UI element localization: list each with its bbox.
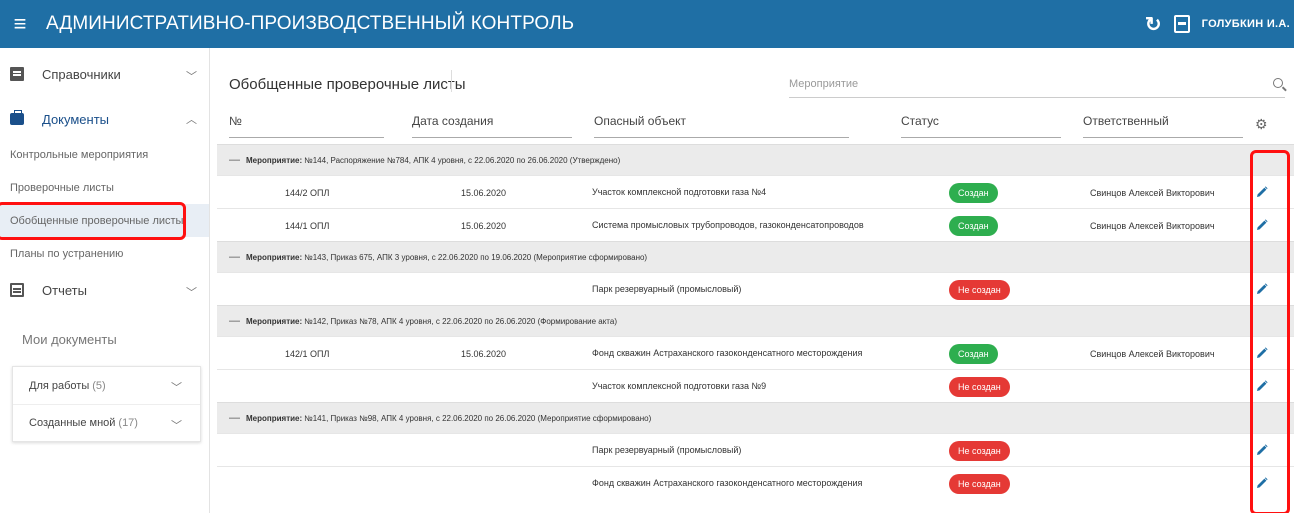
- edit-icon[interactable]: [1256, 283, 1268, 295]
- sidebar-subitem-control-events[interactable]: Контрольные мероприятия: [0, 138, 209, 171]
- cell-responsible: Свинцов Алексей Викторович: [1090, 187, 1215, 198]
- column-header-status[interactable]: Статус: [901, 114, 1061, 138]
- app-header: ≡ АДМИНИСТРАТИВНО-ПРОИЗВОДСТВЕННЫЙ КОНТР…: [0, 0, 1294, 48]
- sidebar-item-label: Документы: [42, 111, 110, 127]
- count-badge: (17): [118, 417, 138, 429]
- table-row[interactable]: 144/1 ОПЛ 15.06.2020 Система промысловых т…: [217, 208, 1294, 241]
- cell-object: Фонд скважин Астраханского газоконденсат…: [592, 348, 863, 358]
- menu-icon[interactable]: ≡: [0, 0, 40, 48]
- cell-object: Парк резервуарный (промысловый): [592, 284, 742, 294]
- cell-date: 15.06.2020: [461, 348, 507, 359]
- page-title: Обобщенные проверочные листы: [229, 76, 466, 93]
- search-input[interactable]: [789, 72, 1249, 96]
- document-icon: [10, 67, 24, 81]
- search-box: [789, 72, 1285, 98]
- event-group-header[interactable]: — Мероприятие: №144, Распоряжение №784, АП…: [217, 144, 1294, 175]
- event-group-header[interactable]: — Мероприятие: №143, Приказ 675, АПК 3 уро…: [217, 241, 1294, 272]
- refresh-icon[interactable]: ↻: [1145, 12, 1162, 37]
- sidebar-subitem-remediation-plans[interactable]: Планы по устранению: [0, 237, 209, 270]
- user-name[interactable]: ГОЛУБКИН И.А.: [1202, 18, 1290, 30]
- column-header-responsible[interactable]: Ответственный: [1083, 114, 1243, 138]
- cell-object: Парк резервуарный (промысловый): [592, 445, 742, 455]
- my-documents-label: Мои документы: [22, 332, 117, 347]
- table-row[interactable]: Парк резервуарный (промысловый) Не создан: [217, 272, 1294, 305]
- cell-number: 144/1 ОПЛ: [285, 220, 330, 231]
- count-badge: (5): [92, 379, 106, 392]
- sidebar-item-documents[interactable]: Документы ︿: [0, 100, 209, 138]
- cell-object: Участок комплексной подготовки газа №9: [592, 381, 767, 391]
- my-docs-for-work[interactable]: Для работы (5) ﹀: [13, 367, 200, 404]
- status-badge: Не создан: [949, 279, 1010, 300]
- cell-object: Фонд скважин Астраханского газоконденсат…: [592, 478, 863, 488]
- checklists-table: — Мероприятие: №144, Распоряжение №784, АП…: [217, 144, 1294, 499]
- cell-date: 15.06.2020: [461, 220, 507, 231]
- sidebar-item-label: Отчеты: [42, 282, 87, 298]
- status-badge: Не создан: [949, 473, 1010, 494]
- cell-object: Система промысловых трубопроводов, газок…: [592, 220, 864, 230]
- briefcase-icon: [10, 110, 24, 125]
- main-content: Обобщенные проверочные листы № Дата созд…: [217, 48, 1294, 513]
- chevron-up-icon: ︿: [186, 114, 197, 126]
- sidebar-subitem-generalized-checklists[interactable]: Обобщенные проверочные листы: [0, 204, 209, 237]
- edit-icon[interactable]: [1256, 347, 1268, 359]
- chevron-down-icon: ﹀: [186, 287, 197, 299]
- chevron-down-icon: ﹀: [171, 420, 182, 432]
- divider: [451, 70, 452, 92]
- edit-icon[interactable]: [1256, 444, 1268, 456]
- column-header-number[interactable]: №: [229, 114, 384, 138]
- edit-icon[interactable]: [1256, 219, 1268, 231]
- edit-icon[interactable]: [1256, 186, 1268, 198]
- edit-icon[interactable]: [1256, 380, 1268, 392]
- app-title: АДМИНИСТРАТИВНО-ПРОИЗВОДСТВЕННЫЙ КОНТРОЛ…: [46, 13, 575, 34]
- collapse-icon[interactable]: —: [229, 315, 240, 327]
- column-header-date[interactable]: Дата создания: [412, 114, 572, 138]
- table-row[interactable]: 144/2 ОПЛ 15.06.2020 Участок комплексной п…: [217, 175, 1294, 208]
- cell-responsible: Свинцов Алексей Викторович: [1090, 348, 1215, 359]
- table-row[interactable]: Участок комплексной подготовки газа №9 Не…: [217, 369, 1294, 402]
- event-group-header[interactable]: — Мероприятие: №142, Приказ №78, АПК 4 уро…: [217, 305, 1294, 336]
- sidebar-item-reports[interactable]: Отчеты ﹀: [0, 270, 209, 310]
- table-row[interactable]: Фонд скважин Астраханского газоконденсат…: [217, 466, 1294, 499]
- sidebar-item-references[interactable]: Справочники ﹀: [0, 48, 209, 100]
- my-documents-card: Для работы (5) ﹀ Созданные мной (17) ﹀: [12, 366, 201, 442]
- table-row[interactable]: Парк резервуарный (промысловый) Не создан: [217, 433, 1294, 466]
- calendar-icon: [10, 283, 24, 297]
- collapse-icon[interactable]: —: [229, 412, 240, 424]
- status-badge: Создан: [949, 215, 998, 236]
- cell-object: Участок комплексной подготовки газа №4: [592, 187, 767, 197]
- search-icon[interactable]: [1273, 78, 1283, 88]
- sidebar-subitem-checklists[interactable]: Проверочные листы: [0, 171, 209, 204]
- logout-icon[interactable]: [1173, 15, 1190, 33]
- status-badge: Создан: [949, 182, 998, 203]
- event-group-header[interactable]: — Мероприятие: №141, Приказ №98, АПК 4 уро…: [217, 402, 1294, 433]
- gear-icon[interactable]: ⚙: [1255, 116, 1268, 133]
- cell-date: 15.06.2020: [461, 187, 507, 198]
- status-badge: Не создан: [949, 376, 1010, 397]
- chevron-down-icon: ﹀: [171, 382, 182, 394]
- cell-number: 144/2 ОПЛ: [285, 187, 330, 198]
- status-badge: Создан: [949, 343, 998, 364]
- collapse-icon[interactable]: —: [229, 251, 240, 263]
- table-row[interactable]: 142/1 ОПЛ 15.06.2020 Фонд скважин Астрахан…: [217, 336, 1294, 369]
- edit-icon[interactable]: [1256, 477, 1268, 489]
- cell-responsible: Свинцов Алексей Викторович: [1090, 220, 1215, 231]
- column-header-object[interactable]: Опасный объект: [594, 114, 849, 138]
- my-docs-created-by-me[interactable]: Созданные мной (17) ﹀: [13, 404, 200, 441]
- sidebar-item-label: Справочники: [42, 66, 121, 82]
- chevron-down-icon: ﹀: [186, 71, 197, 83]
- sidebar: Справочники ﹀ Документы ︿ Контрольные ме…: [0, 48, 210, 513]
- cell-number: 142/1 ОПЛ: [285, 348, 330, 359]
- collapse-icon[interactable]: —: [229, 154, 240, 166]
- status-badge: Не создан: [949, 440, 1010, 461]
